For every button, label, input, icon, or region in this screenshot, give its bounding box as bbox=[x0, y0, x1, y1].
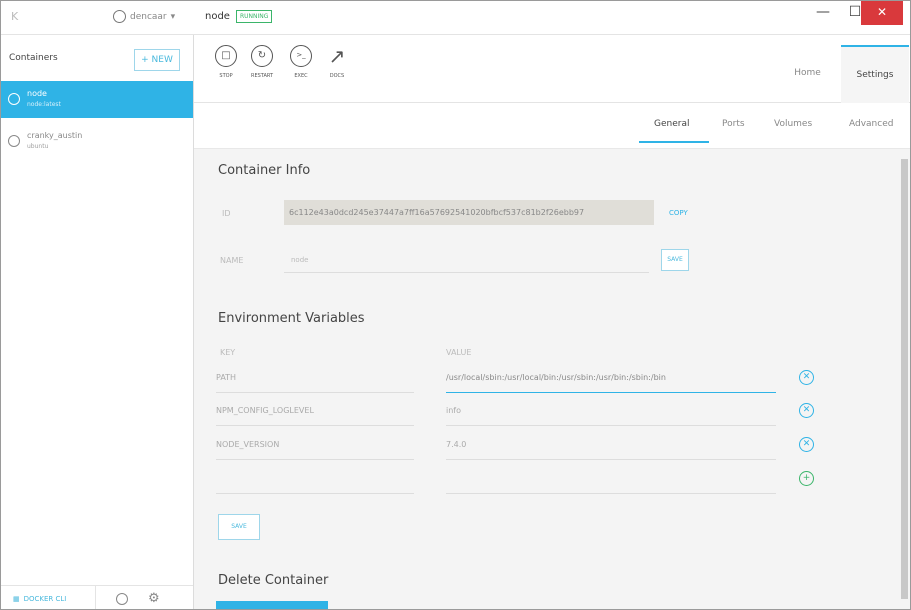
tab-settings[interactable]: Settings bbox=[841, 45, 909, 103]
id-label: ID bbox=[222, 209, 231, 218]
env-value-input[interactable]: info bbox=[446, 396, 776, 426]
env-key-input[interactable]: NODE_VERSION bbox=[216, 430, 414, 460]
sidebar-item-cranky-austin[interactable]: cranky_austin ubuntu bbox=[1, 123, 193, 160]
env-vars-heading: Environment Variables bbox=[218, 311, 365, 326]
env-value-input[interactable] bbox=[446, 464, 776, 494]
feedback-icon[interactable] bbox=[116, 592, 128, 605]
docs-label: DOCS bbox=[329, 73, 345, 79]
exec-label: EXEC bbox=[294, 73, 308, 79]
container-info-heading: Container Info bbox=[218, 163, 311, 178]
save-env-button[interactable]: SAVE bbox=[218, 514, 260, 540]
external-link-icon: ↗ bbox=[328, 44, 346, 68]
sidebar-title: Containers bbox=[9, 53, 58, 63]
subtab-volumes[interactable]: Volumes bbox=[774, 119, 812, 129]
chevron-down-icon: ▾ bbox=[170, 11, 176, 22]
docker-cli-button[interactable]: ▦ DOCKER CLI bbox=[1, 585, 96, 609]
stop-button[interactable]: □ STOP bbox=[206, 45, 246, 79]
stop-icon: □ bbox=[215, 45, 237, 67]
restart-button[interactable]: ↻ RESTART bbox=[242, 45, 282, 79]
add-env-icon[interactable]: + bbox=[799, 471, 814, 486]
env-key-input[interactable]: NPM_CONFIG_LOGLEVEL bbox=[216, 396, 414, 426]
remove-env-icon[interactable]: ✕ bbox=[799, 370, 814, 385]
env-row: PATH /usr/local/sbin:/usr/local/bin:/usr… bbox=[216, 363, 814, 393]
env-key-input[interactable] bbox=[216, 464, 414, 494]
general-settings: Container Info ID 6c112e43a0dcd245e37447… bbox=[194, 149, 899, 609]
container-image: ubuntu bbox=[27, 143, 49, 150]
restart-label: RESTART bbox=[250, 73, 274, 79]
username: dencaar bbox=[130, 11, 167, 22]
scrollbar-thumb[interactable] bbox=[901, 159, 908, 599]
app-logo: K bbox=[11, 10, 19, 23]
close-button[interactable]: ✕ bbox=[861, 1, 903, 25]
remove-env-icon[interactable]: ✕ bbox=[799, 403, 814, 418]
status-badge: RUNNING bbox=[235, 10, 273, 23]
sidebar: Containers + NEW node node:latest cranky… bbox=[1, 35, 194, 609]
exec-button[interactable]: >_ EXEC bbox=[281, 45, 321, 79]
user-avatar-icon bbox=[113, 10, 126, 23]
sidebar-header: Containers + NEW bbox=[1, 35, 193, 81]
docker-icon: ▦ bbox=[13, 594, 20, 603]
stop-label: STOP bbox=[219, 73, 233, 79]
key-column-header: KEY bbox=[220, 348, 236, 357]
container-name: node bbox=[27, 89, 47, 98]
scrollbar[interactable] bbox=[899, 149, 910, 609]
copy-id-button[interactable]: COPY bbox=[669, 209, 688, 217]
delete-container-button[interactable] bbox=[216, 601, 328, 609]
container-title-name: node bbox=[205, 11, 230, 22]
sidebar-item-node[interactable]: node node:latest bbox=[1, 81, 193, 118]
container-status-icon bbox=[8, 135, 20, 147]
docs-button[interactable]: ↗ DOCS bbox=[317, 45, 357, 79]
docker-cli-label: DOCKER CLI bbox=[23, 594, 67, 603]
env-row-new: + bbox=[216, 464, 814, 494]
active-subtab-indicator bbox=[639, 141, 709, 143]
remove-env-icon[interactable]: ✕ bbox=[799, 437, 814, 452]
container-status-icon bbox=[8, 93, 20, 105]
exec-icon: >_ bbox=[290, 45, 312, 67]
container-id-field[interactable]: 6c112e43a0dcd245e37447a7ff16a57692541020… bbox=[284, 200, 654, 225]
restart-icon: ↻ bbox=[251, 45, 273, 67]
container-title: node RUNNING bbox=[205, 10, 273, 23]
subtab-ports[interactable]: Ports bbox=[722, 119, 745, 129]
env-row: NODE_VERSION 7.4.0 ✕ bbox=[216, 430, 814, 460]
settings-panel: General Ports Volumes Advanced Container… bbox=[194, 103, 910, 609]
subtab-general[interactable]: General bbox=[654, 119, 689, 129]
container-image: node:latest bbox=[27, 101, 61, 108]
value-column-header: VALUE bbox=[446, 348, 472, 357]
minimize-button[interactable]: — bbox=[809, 1, 837, 25]
env-key-input[interactable]: PATH bbox=[216, 363, 414, 393]
gear-icon[interactable]: ⚙ bbox=[148, 591, 160, 606]
env-value-input[interactable]: 7.4.0 bbox=[446, 430, 776, 460]
subtab-advanced[interactable]: Advanced bbox=[849, 119, 893, 129]
settings-subtabs: General Ports Volumes Advanced bbox=[194, 103, 910, 149]
name-label: NAME bbox=[220, 256, 244, 265]
container-name-input[interactable]: node bbox=[284, 249, 649, 273]
delete-container-heading: Delete Container bbox=[218, 573, 329, 588]
user-menu[interactable]: dencaar ▾ bbox=[113, 10, 175, 23]
save-name-button[interactable]: SAVE bbox=[661, 249, 689, 271]
container-name: cranky_austin bbox=[27, 131, 83, 140]
env-value-input[interactable]: /usr/local/sbin:/usr/local/bin:/usr/sbin… bbox=[446, 363, 776, 393]
env-row: NPM_CONFIG_LOGLEVEL info ✕ bbox=[216, 396, 814, 426]
container-toolbar: □ STOP ↻ RESTART >_ EXEC ↗ DOCS Home Set… bbox=[194, 35, 910, 103]
new-container-button[interactable]: + NEW bbox=[134, 49, 180, 71]
tab-home[interactable]: Home bbox=[774, 45, 841, 103]
sidebar-footer: ▦ DOCKER CLI ⚙ bbox=[1, 585, 193, 609]
title-bar: K dencaar ▾ node RUNNING — ☐ ✕ bbox=[1, 1, 910, 35]
kitematic-window: K dencaar ▾ node RUNNING — ☐ ✕ Container… bbox=[0, 0, 911, 610]
